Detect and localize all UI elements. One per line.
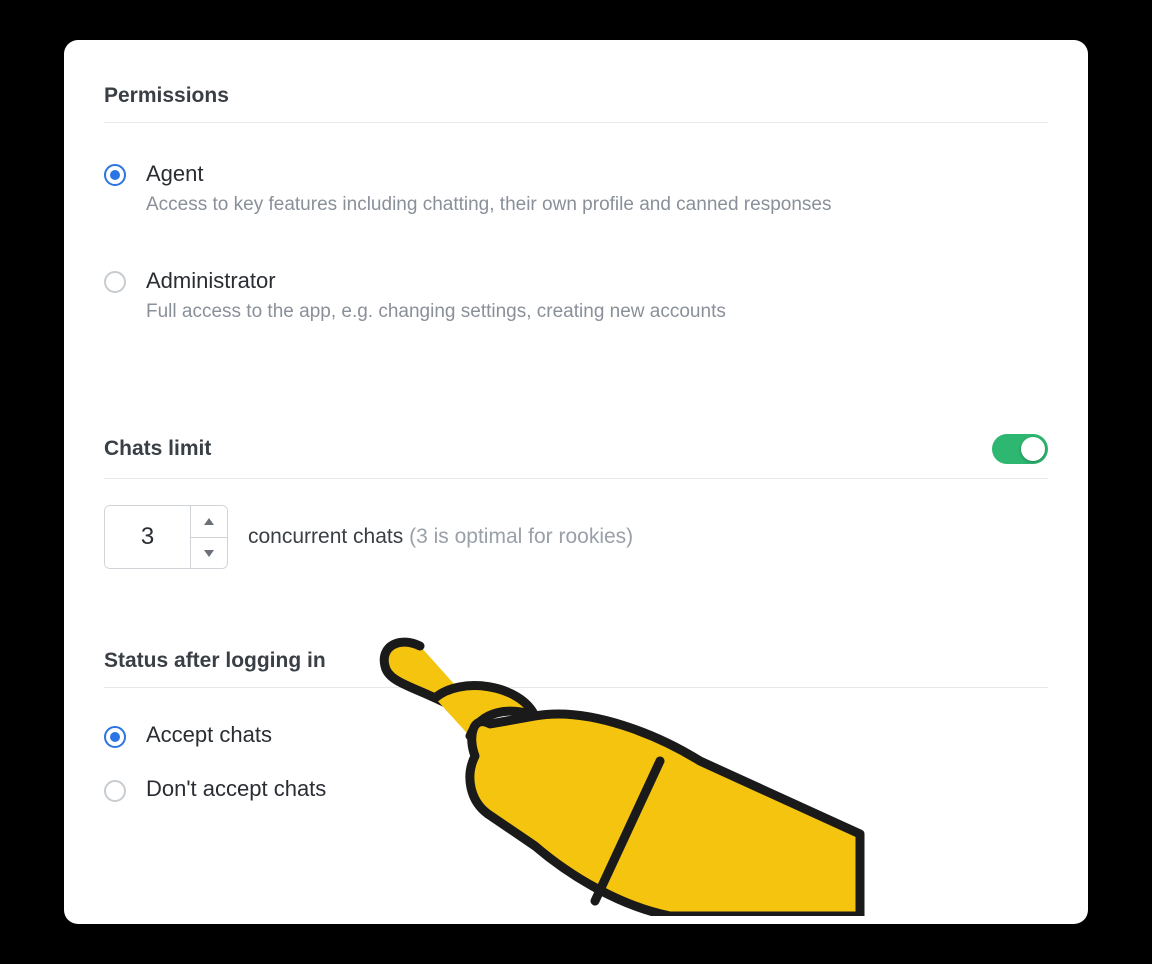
status-option-accept[interactable]: Accept chats <box>104 708 1048 762</box>
permission-option-desc: Access to key features including chattin… <box>146 193 831 218</box>
chats-limit-stepper: 3 <box>104 505 228 569</box>
toggle-knob-icon <box>1021 437 1045 461</box>
permission-option-desc: Full access to the app, e.g. changing se… <box>146 300 726 325</box>
status-title-text: Status after logging in <box>104 649 326 673</box>
chats-limit-label-row: concurrent chats (3 is optimal for rooki… <box>248 525 633 549</box>
chats-limit-hint: (3 is optimal for rookies) <box>409 525 633 548</box>
permission-option-administrator[interactable]: Administrator Full access to the app, e.… <box>104 258 1048 365</box>
status-option-label: Don't accept chats <box>146 776 326 802</box>
permissions-section-title: Permissions <box>104 70 1048 123</box>
chats-limit-section-title: Chats limit <box>104 420 1048 479</box>
stepper-down-button[interactable] <box>191 538 227 569</box>
radio-icon <box>104 271 126 293</box>
radio-icon <box>104 726 126 748</box>
status-section-title: Status after logging in <box>104 635 1048 688</box>
chats-limit-value[interactable]: 3 <box>105 506 191 568</box>
chats-limit-toggle[interactable] <box>992 434 1048 464</box>
permissions-radio-group: Agent Access to key features including c… <box>104 123 1048 374</box>
chats-limit-row: 3 concurrent chats (3 is optimal for roo… <box>104 479 1048 589</box>
status-option-dont-accept[interactable]: Don't accept chats <box>104 762 1048 816</box>
chats-limit-title-text: Chats limit <box>104 437 211 461</box>
chevron-down-icon <box>204 550 214 557</box>
stepper-up-button[interactable] <box>191 506 227 538</box>
radio-icon <box>104 164 126 186</box>
permission-option-label: Administrator <box>146 268 726 294</box>
settings-panel: Permissions Agent Access to key features… <box>64 40 1088 924</box>
status-option-label: Accept chats <box>146 722 272 748</box>
permissions-title-text: Permissions <box>104 84 229 108</box>
chevron-up-icon <box>204 518 214 525</box>
chats-limit-label: concurrent chats <box>248 525 403 548</box>
permission-option-label: Agent <box>146 161 831 187</box>
status-radio-group: Accept chats Don't accept chats <box>104 688 1048 816</box>
radio-icon <box>104 780 126 802</box>
permission-option-agent[interactable]: Agent Access to key features including c… <box>104 151 1048 258</box>
